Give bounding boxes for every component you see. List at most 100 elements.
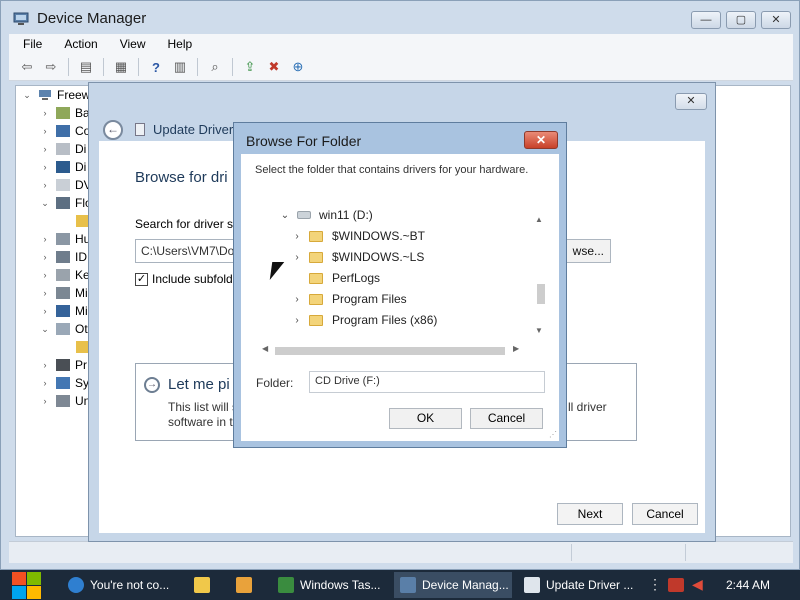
chevron-right-icon[interactable]: › [40,162,50,172]
menu-view[interactable]: View [106,37,154,51]
enable-device-icon[interactable]: ⊕ [288,58,308,76]
scan-hardware-icon[interactable]: ⌕ [205,58,225,76]
uninstall-device-icon[interactable]: ✖ [264,58,284,76]
chevron-right-icon[interactable]: › [40,234,50,244]
tree-item[interactable]: › Co [40,122,91,140]
next-button[interactable]: Next [557,503,623,525]
taskbar-item-media[interactable] [230,572,260,598]
properties-icon[interactable]: ▦ [111,58,131,76]
taskbar-item-explorer[interactable] [188,572,218,598]
title-bar[interactable]: Device Manager [1,1,799,35]
tree-item[interactable]: ⌄ Flo [40,194,91,212]
tree-item[interactable]: › Ba [40,104,90,122]
checkbox-checked-icon[interactable]: ✓ [135,272,148,286]
let-me-pick-description: This list will s [168,400,239,414]
minimize-button[interactable]: — [691,11,721,29]
overflow-menu-icon[interactable]: ⋮ [648,576,662,593]
clock[interactable]: 2:44 AM [726,578,770,592]
taskbar-item-update-driver[interactable]: Update Driver ... [518,572,636,598]
vertical-scrollbar-thumb[interactable] [537,284,545,304]
folder-input[interactable]: CD Drive (F:) [309,371,545,393]
tree-item[interactable]: › Di [40,158,87,176]
back-arrow-icon[interactable]: ⇦ [17,58,37,76]
chevron-right-icon[interactable]: › [40,126,50,136]
chevron-right-icon[interactable]: › [291,315,303,326]
close-button[interactable]: ✕ [524,131,558,149]
chevron-right-icon[interactable]: › [40,306,50,316]
taskbar-item-device-manager[interactable]: Device Manag... [394,572,512,598]
network-icon[interactable] [668,578,684,592]
tree-item-folder[interactable]: › Program Files [291,290,406,308]
ok-button[interactable]: OK [389,408,462,429]
chevron-down-icon[interactable]: ⌄ [22,90,32,101]
chevron-right-icon[interactable]: › [40,288,50,298]
scroll-right-icon[interactable]: ▶ [513,344,519,353]
taskbar: You're not co... Windows Tas... Device M… [0,570,800,600]
chevron-down-icon[interactable]: ⌄ [40,324,50,335]
page-heading: Browse for dri [135,169,228,186]
maximize-button[interactable]: ▢ [726,11,756,29]
horizontal-scrollbar-thumb[interactable] [275,347,505,355]
back-arrow-icon[interactable]: ← [103,120,123,140]
show-hide-console-tree-icon[interactable]: ▤ [76,58,96,76]
chevron-right-icon[interactable]: › [40,180,50,190]
chevron-right-icon[interactable]: › [291,231,303,242]
help-icon[interactable]: ? [146,58,166,76]
menu-action[interactable]: Action [50,37,105,51]
include-subfolders-checkbox[interactable]: ✓ Include subfold [135,272,233,286]
chevron-right-icon[interactable]: › [40,360,50,370]
tree-item-folder[interactable]: PerfLogs [291,269,380,287]
chevron-right-icon[interactable]: › [40,396,50,406]
tree-item[interactable]: › Sy [40,374,90,392]
scroll-left-icon[interactable]: ◀ [262,344,268,353]
tree-item-folder[interactable]: › $WINDOWS.~BT [291,227,425,245]
chevron-right-icon[interactable]: › [291,252,303,263]
taskbar-item-ie[interactable]: You're not co... [62,572,180,598]
taskbar-item-task-manager[interactable]: Windows Tas... [272,572,384,598]
dialog-close-button[interactable]: ✕ [675,93,707,110]
resize-grip-icon[interactable]: ⋰ [549,430,557,439]
tree-item[interactable]: › ID [40,248,88,266]
start-button[interactable] [10,570,43,600]
chevron-right-icon[interactable]: › [40,252,50,262]
tree-item[interactable]: › DV [40,176,92,194]
dialog-body: Select the folder that contains drivers … [241,154,559,441]
chevron-right-icon[interactable]: › [40,144,50,154]
menu-file[interactable]: File [9,37,50,51]
tree-item-folder[interactable]: › $WINDOWS.~LS [291,248,424,266]
dvd-drive-icon [56,179,70,191]
chevron-right-icon[interactable]: › [291,294,303,305]
tree-item[interactable]: › Mi [40,302,88,320]
chevron-down-icon[interactable]: ⌄ [40,198,50,209]
tree-label: win11 (D:) [319,208,373,222]
volume-icon[interactable]: ◀ [692,576,703,593]
cancel-button[interactable]: Cancel [470,408,543,429]
cancel-button[interactable]: Cancel [632,503,698,525]
chevron-right-icon[interactable]: › [40,270,50,280]
tree-item[interactable]: ⌄ Ot [40,320,87,338]
tree-root[interactable]: ⌄ Freew [22,86,90,104]
tree-item-folder[interactable]: › Program Files (x86) [291,311,437,329]
menu-help[interactable]: Help [154,37,201,51]
scroll-down-icon[interactable]: ▼ [535,326,543,335]
driver-path-input[interactable]: C:\Users\VM7\Do [135,239,237,263]
tree-item[interactable]: › Un [40,392,91,410]
tree-item[interactable]: › Pr [40,356,88,374]
scroll-up-icon[interactable]: ▲ [535,215,543,224]
windows-logo-icon [27,586,41,599]
folder-icon [309,314,323,326]
other-devices-icon [56,323,70,335]
chevron-right-icon[interactable]: › [40,378,50,388]
folder-icon [194,577,210,593]
update-driver-icon[interactable]: ⇪ [240,58,260,76]
action-pane-icon[interactable]: ▥ [170,58,190,76]
tree-item[interactable]: › Hu [40,230,91,248]
tree-item[interactable]: › Mi [40,284,88,302]
tree-item[interactable]: › Di [40,140,87,158]
tree-item[interactable]: › Ke [40,266,90,284]
chevron-right-icon[interactable]: › [40,108,50,118]
chevron-down-icon[interactable]: ⌄ [279,210,291,221]
tree-item-drive[interactable]: ⌄ win11 (D:) [279,206,373,224]
close-button[interactable]: ✕ [761,11,791,29]
forward-arrow-icon[interactable]: ⇨ [41,58,61,76]
